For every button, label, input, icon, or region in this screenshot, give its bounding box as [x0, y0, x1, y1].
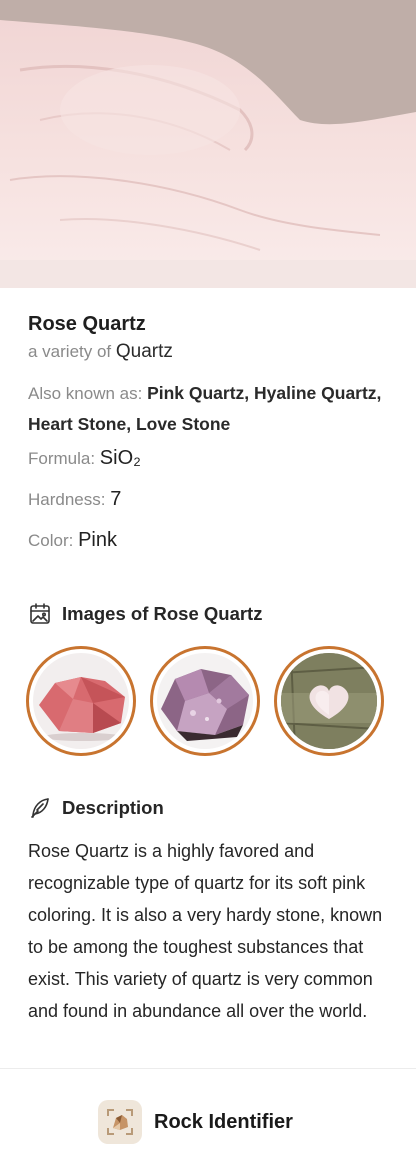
images-section-title: Images of Rose Quartz: [62, 603, 263, 624]
rose-quartz-rough: [39, 677, 125, 741]
gallery-thumbnail[interactable]: [274, 646, 384, 756]
rose-quartz-heart: [281, 653, 377, 749]
footer-divider: [0, 1068, 416, 1069]
rose-quartz-photo: [0, 0, 416, 288]
color-label: Color:: [28, 531, 79, 550]
gallery-icon: [28, 602, 52, 626]
rock-identifier-logo-icon: [98, 1100, 142, 1144]
description-text: Rose Quartz is a highly favored and reco…: [28, 841, 383, 1021]
hardness-value: 7: [110, 488, 122, 510]
description-section-header: Description: [28, 796, 164, 820]
image-gallery: [26, 646, 386, 756]
color-row: Color: Pink: [28, 524, 390, 557]
gallery-thumbnail[interactable]: [26, 646, 136, 756]
also-known-as: Also known as: Pink Quartz, Hyaline Quar…: [28, 378, 390, 440]
images-section-header: Images of Rose Quartz: [28, 602, 262, 626]
variety-parent-link[interactable]: Quartz: [116, 341, 173, 362]
formula-value: SiO₂: [99, 447, 141, 469]
specimen-hero-image: [0, 0, 416, 288]
brand-name: Rock Identifier: [154, 1110, 293, 1133]
aka-label: Also known as:: [28, 384, 148, 403]
formula-label: Formula:: [28, 449, 100, 468]
hardness-label: Hardness:: [28, 490, 111, 509]
app-branding: Rock Identifier: [98, 1100, 293, 1144]
description-section-title: Description: [62, 797, 164, 818]
feather-icon: [28, 796, 52, 820]
variety-prefix: a variety of: [28, 342, 116, 361]
rose-quartz-purple-rough: [161, 669, 249, 741]
variety-line: a variety of Quartz: [28, 340, 390, 364]
specimen-title: Rose Quartz: [28, 313, 146, 335]
color-value: Pink: [78, 529, 117, 551]
specimen-info: Rose Quartz a variety of Quartz Also kno…: [28, 312, 390, 557]
hardness-row: Hardness: 7: [28, 483, 390, 516]
formula-row: Formula: SiO₂: [28, 442, 390, 475]
gallery-thumbnail[interactable]: [150, 646, 260, 756]
